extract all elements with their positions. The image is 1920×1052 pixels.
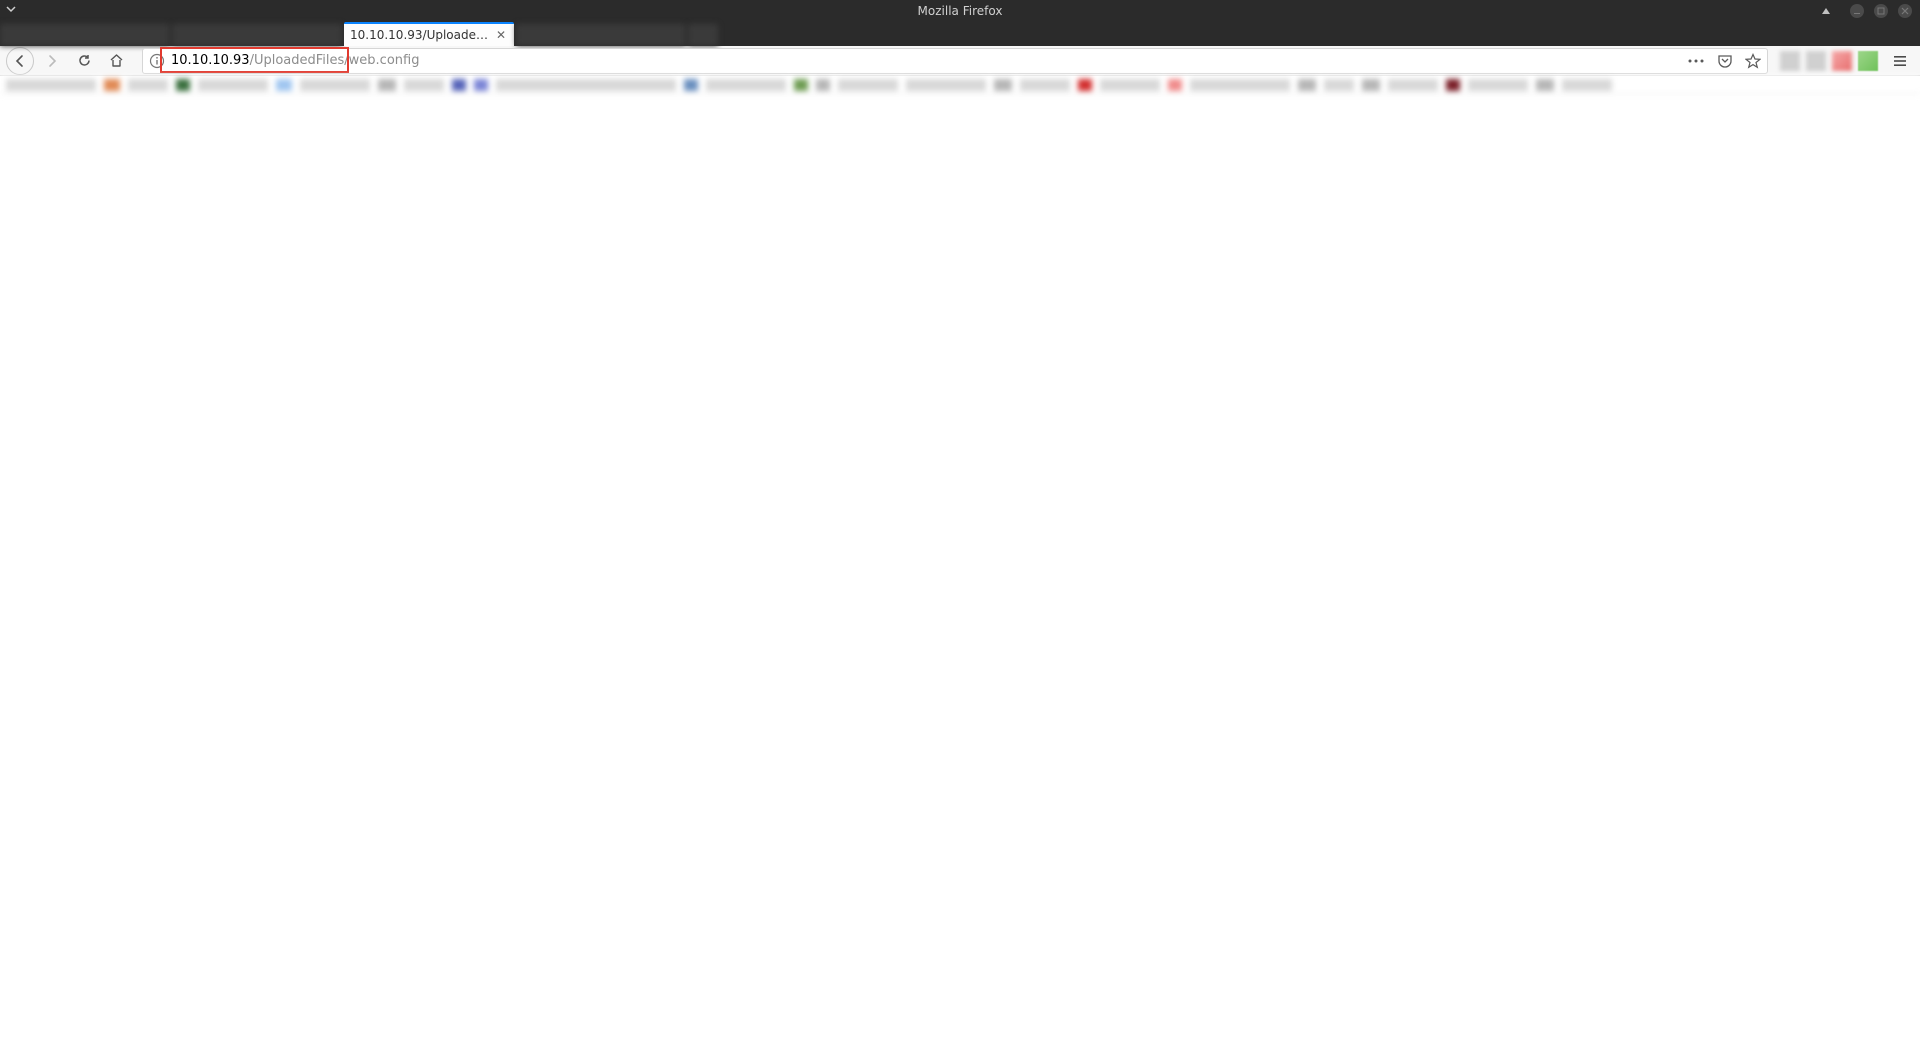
tab-blurred-3[interactable] (516, 24, 686, 46)
extension-icon-1[interactable] (1780, 51, 1800, 71)
navigation-toolbar: 10.10.10.93/UploadedFiles/web.config (0, 46, 1920, 76)
home-button[interactable] (102, 47, 130, 75)
bookmark-star-icon[interactable] (1745, 53, 1761, 69)
reload-button[interactable] (70, 47, 98, 75)
forward-button[interactable] (38, 47, 66, 75)
extension-icon-2[interactable] (1806, 51, 1826, 71)
bookmark-item[interactable] (794, 79, 808, 91)
bookmark-item[interactable] (104, 79, 120, 91)
urlbar-right-icons (1687, 53, 1761, 69)
notification-tray-icon[interactable] (1820, 5, 1832, 17)
bookmark-item[interactable] (1100, 79, 1160, 91)
tab-active-label: 10.10.10.93/UploadedFiles/we (350, 28, 490, 42)
bookmark-item[interactable] (1468, 79, 1528, 91)
bookmark-item[interactable] (1168, 79, 1182, 91)
site-info-icon[interactable] (149, 53, 165, 69)
bookmark-item[interactable] (1298, 79, 1316, 91)
extension-icon-3[interactable] (1832, 51, 1852, 71)
bookmark-item[interactable] (1190, 79, 1290, 91)
bookmark-item[interactable] (1078, 79, 1092, 91)
bookmark-item[interactable] (474, 79, 488, 91)
bookmark-item[interactable] (816, 79, 830, 91)
bookmark-item[interactable] (994, 79, 1012, 91)
bookmark-item[interactable] (1562, 79, 1612, 91)
bookmark-item[interactable] (838, 79, 898, 91)
bookmark-item[interactable] (452, 79, 466, 91)
bookmark-item[interactable] (706, 79, 786, 91)
url-bar[interactable]: 10.10.10.93/UploadedFiles/web.config (142, 48, 1768, 74)
back-button[interactable] (6, 47, 34, 75)
app-menu-button[interactable] (1886, 47, 1914, 75)
app-menu-dropdown-icon[interactable] (6, 4, 16, 14)
bookmark-item[interactable] (1536, 79, 1554, 91)
bookmarks-toolbar (0, 76, 1920, 94)
tab-blurred-4[interactable] (688, 24, 718, 46)
url-path: /UploadedFiles/web.config (250, 53, 420, 68)
tab-active[interactable]: 10.10.10.93/UploadedFiles/we ✕ (344, 22, 514, 46)
window-title: Mozilla Firefox (918, 4, 1003, 18)
bookmark-item[interactable] (1446, 79, 1460, 91)
bookmark-item[interactable] (684, 79, 698, 91)
bookmark-item[interactable] (1324, 79, 1354, 91)
url-host: 10.10.10.93 (171, 53, 250, 68)
page-actions-icon[interactable] (1687, 53, 1705, 69)
bookmark-item[interactable] (1388, 79, 1438, 91)
pocket-icon[interactable] (1717, 53, 1733, 69)
bookmark-item[interactable] (176, 79, 190, 91)
window-close-button[interactable] (1898, 4, 1912, 18)
bookmark-item[interactable] (198, 79, 268, 91)
bookmark-item[interactable] (1020, 79, 1070, 91)
bookmark-item[interactable] (300, 79, 370, 91)
tab-close-icon[interactable]: ✕ (494, 28, 508, 42)
tab-blurred-1[interactable] (0, 24, 170, 46)
window-minimize-button[interactable] (1850, 4, 1864, 18)
bookmark-item[interactable] (404, 79, 444, 91)
page-content (0, 94, 1920, 1052)
bookmark-item[interactable] (276, 79, 292, 91)
window-maximize-button[interactable] (1874, 4, 1888, 18)
extension-icon-4[interactable] (1858, 51, 1878, 71)
bookmark-item[interactable] (496, 79, 676, 91)
window-title-bar: Mozilla Firefox (0, 0, 1920, 22)
bookmark-item[interactable] (906, 79, 986, 91)
bookmark-item[interactable] (128, 79, 168, 91)
tab-blurred-2[interactable] (172, 24, 342, 46)
bookmark-item[interactable] (1362, 79, 1380, 91)
window-controls (1850, 4, 1912, 18)
extensions-cluster (1780, 51, 1882, 71)
bookmark-item[interactable] (378, 79, 396, 91)
tab-strip: 10.10.10.93/UploadedFiles/we ✕ (0, 22, 1920, 46)
bookmark-item[interactable] (6, 79, 96, 91)
